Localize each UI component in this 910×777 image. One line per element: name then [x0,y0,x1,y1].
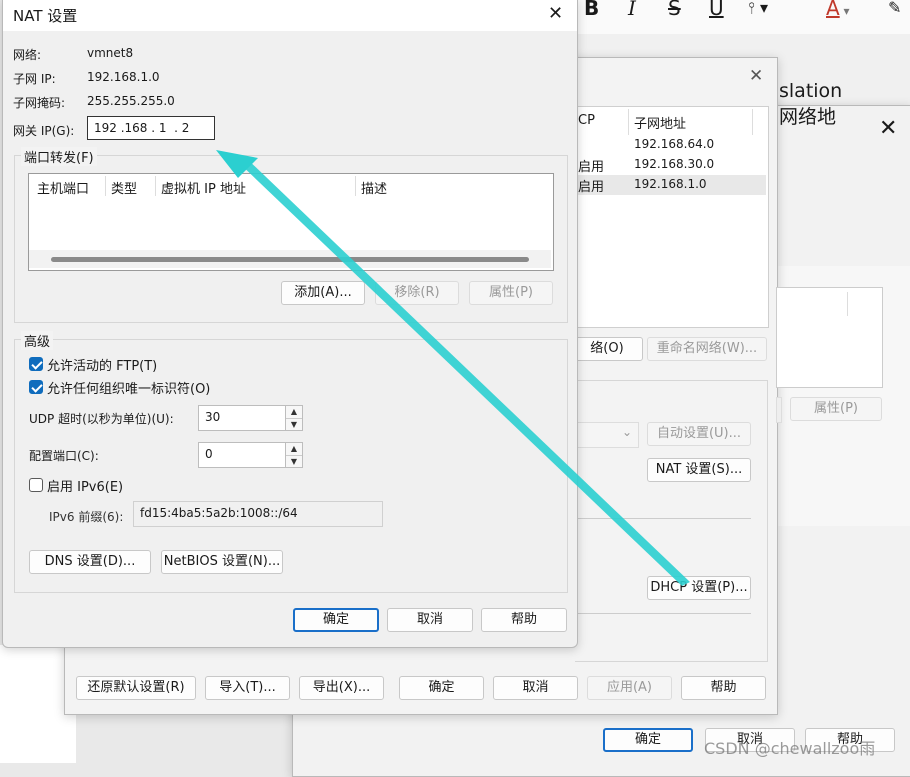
watermark: CSDN @chewallzoo雨 [704,739,876,758]
annotation-arrow [216,150,690,586]
arrow-shaft [236,156,690,586]
